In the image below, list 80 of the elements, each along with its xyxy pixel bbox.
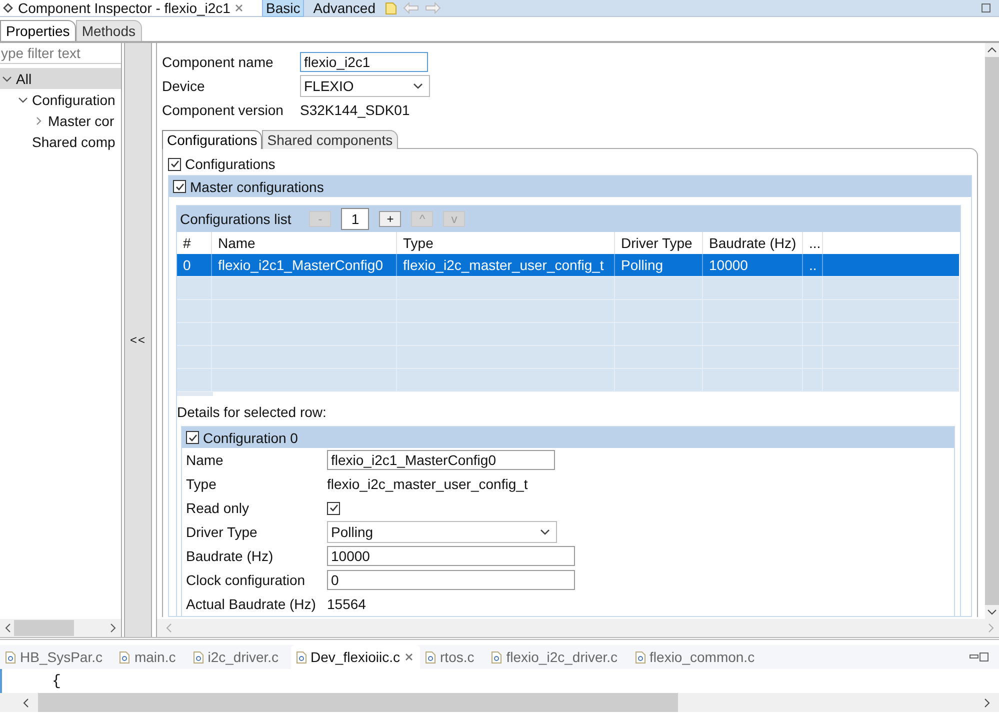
file-tab[interactable]: flexio_i2c_driver.c <box>486 645 630 669</box>
count-field[interactable]: 1 <box>341 208 370 230</box>
table-cell: .. <box>803 254 823 276</box>
filter-field[interactable]: ype filter text <box>0 43 121 64</box>
field-label: Component version <box>162 102 284 118</box>
dropdown-field[interactable]: FLEXIO <box>300 75 430 97</box>
master-checkbox[interactable] <box>173 180 186 193</box>
field-label: Baudrate (Hz) <box>186 548 274 564</box>
text-field[interactable]: 0 <box>327 570 575 590</box>
file-tab[interactable]: i2c_driver.c <box>188 645 291 669</box>
c-file-icon <box>425 650 436 664</box>
c-file-icon <box>491 650 502 664</box>
section-title: Master configurations <box>190 178 324 194</box>
field-label: Component name <box>162 54 274 70</box>
maximize-icon[interactable] <box>979 652 989 662</box>
horizontal-scrollbar[interactable] <box>0 619 121 637</box>
c-file-icon <box>192 650 204 664</box>
component-icon <box>2 2 14 14</box>
close-icon[interactable] <box>234 3 244 13</box>
config-tab[interactable]: Configurations <box>162 130 262 149</box>
field-label: Driver Type <box>186 524 258 540</box>
view-tab[interactable]: Methods <box>76 20 142 41</box>
field-label: Actual Baudrate (Hz) <box>186 596 317 612</box>
scroll-left-icon[interactable] <box>22 698 30 708</box>
scroll-right-icon[interactable] <box>109 623 117 633</box>
text-field[interactable]: 10000 <box>327 546 575 566</box>
c-file-icon <box>296 650 307 664</box>
field-value: flexio_i2c_master_user_config_t <box>327 476 528 492</box>
file-tab[interactable]: Dev_flexioiic.c <box>290 645 420 669</box>
table-cell: 10000 <box>703 254 803 276</box>
field-value: 15564 <box>327 596 366 612</box>
tree-item[interactable]: Configuration <box>0 89 121 110</box>
field-label: Device <box>162 78 206 94</box>
table-row[interactable]: 0 flexio_i2c1_MasterConfig0 flexio_i2c_master_user_config_t Polling 10000 .. <box>177 254 959 277</box>
list-button[interactable]: + <box>379 211 402 227</box>
configuration-checkbox[interactable] <box>186 431 199 444</box>
field-label: Clock configuration <box>186 572 306 588</box>
table-cell: 0 <box>177 254 212 276</box>
field-label: Type <box>186 476 218 492</box>
list-title: Configurations list <box>180 211 292 227</box>
table-cell: Polling <box>615 254 703 276</box>
file-tab[interactable]: main.c <box>114 645 188 669</box>
dropdown-field[interactable]: Polling <box>327 521 557 543</box>
file-tab[interactable]: flexio_common.c <box>630 645 767 669</box>
details-caption: Details for selected row: <box>177 403 328 422</box>
tree-item[interactable]: All <box>0 68 121 89</box>
field-label: Name <box>186 452 224 468</box>
collapse-panel-button[interactable]: << <box>124 43 152 637</box>
file-tab[interactable]: HB_SysPar.c <box>0 645 114 669</box>
code-line: { <box>51 672 62 690</box>
file-tab[interactable]: rtos.c <box>420 645 486 669</box>
text-field[interactable]: flexio_i2c1 <box>300 52 428 72</box>
c-file-icon <box>5 650 16 664</box>
horizontal-scrollbar[interactable] <box>0 693 999 712</box>
scroll-up-icon[interactable] <box>985 43 999 57</box>
field-value: S32K144_SDK01 <box>300 102 410 118</box>
read-only-checkbox[interactable] <box>327 502 340 514</box>
tree-item[interactable]: Master cor <box>0 110 121 131</box>
table-cell: flexio_i2c1_MasterConfig0 <box>212 254 397 276</box>
tree-item[interactable]: Shared comp <box>0 131 121 152</box>
text-field[interactable]: flexio_i2c1_MasterConfig0 <box>327 450 555 470</box>
maximize-icon[interactable] <box>981 3 991 13</box>
c-file-icon <box>634 650 646 664</box>
mode-toggle[interactable]: Basic <box>262 0 304 17</box>
scroll-right-icon[interactable] <box>983 698 991 708</box>
vertical-scrollbar[interactable] <box>985 43 999 619</box>
configurations-checkbox[interactable] <box>168 158 181 170</box>
view-tab[interactable]: Properties <box>0 20 76 41</box>
close-icon[interactable] <box>404 652 414 662</box>
config-tab[interactable]: Shared components <box>262 130 398 149</box>
section-title: Configuration 0 <box>203 430 298 446</box>
mode-toggle[interactable]: Advanced <box>310 0 379 16</box>
editor-tab-title: Component Inspector - flexio_i2c1 <box>18 0 230 16</box>
editor-tab[interactable]: Component Inspector - flexio_i2c1 <box>0 0 262 16</box>
scroll-left-icon[interactable] <box>4 623 12 633</box>
field-label: Read only <box>186 500 250 516</box>
table-cell: flexio_i2c_master_user_config_t <box>397 254 615 276</box>
scroll-down-icon[interactable] <box>985 605 999 619</box>
c-file-icon <box>119 650 130 664</box>
checkbox-label: Configurations <box>185 156 276 172</box>
